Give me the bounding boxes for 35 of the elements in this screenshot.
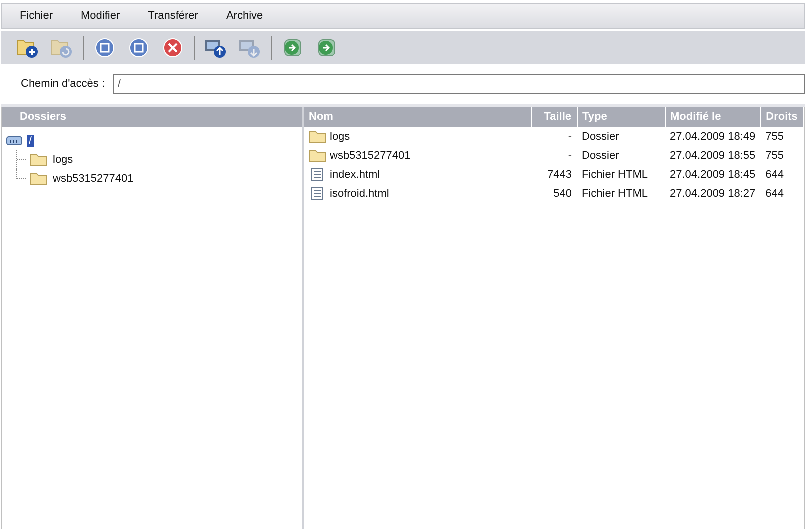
folder-icon	[309, 148, 327, 162]
table-cell: Fichier HTML	[582, 188, 648, 200]
table-cell: Fichier HTML	[582, 168, 648, 180]
file-name[interactable]: isofroid.html	[330, 188, 390, 200]
file-name[interactable]: wsb5315277401	[330, 150, 411, 162]
table-cell: 27.04.2009 18:55	[670, 150, 756, 162]
table-cell: 755	[766, 130, 784, 142]
table-cell: 7443	[548, 168, 572, 180]
table-cell: 644	[766, 168, 784, 180]
menu-item[interactable]: Modifier	[81, 10, 120, 22]
table-cell: 27.04.2009 18:27	[670, 188, 756, 200]
menu-item[interactable]: Fichier	[20, 10, 54, 22]
table-cell: 644	[766, 188, 784, 200]
table-cell: 540	[554, 188, 572, 200]
tree-item[interactable]: logs	[51, 154, 76, 166]
tree-item[interactable]: /	[27, 134, 34, 146]
file-name[interactable]: logs	[330, 130, 350, 142]
panel-header: Dossiers	[2, 107, 302, 127]
path-field[interactable]: /	[113, 74, 805, 94]
file-name[interactable]: index.html	[330, 168, 380, 180]
table-cell: -	[568, 130, 572, 142]
tree-item[interactable]: wsb5315277401	[51, 172, 136, 184]
server-icon	[6, 134, 24, 148]
table-cell: -	[568, 150, 572, 162]
table-cell: Dossier	[582, 150, 620, 162]
folder-icon	[309, 130, 327, 144]
table-cell: 27.04.2009 18:45	[670, 168, 756, 180]
menu-item[interactable]: Archive	[226, 10, 264, 22]
table-cell: 27.04.2009 18:49	[670, 130, 756, 142]
folder-icon	[30, 172, 48, 186]
folder-icon	[30, 152, 48, 166]
menu-item[interactable]: Transférer	[148, 10, 198, 22]
table-cell: Dossier	[582, 130, 620, 142]
path-label: Chemin d'accès :	[21, 78, 106, 90]
table-cell: 755	[766, 150, 784, 162]
